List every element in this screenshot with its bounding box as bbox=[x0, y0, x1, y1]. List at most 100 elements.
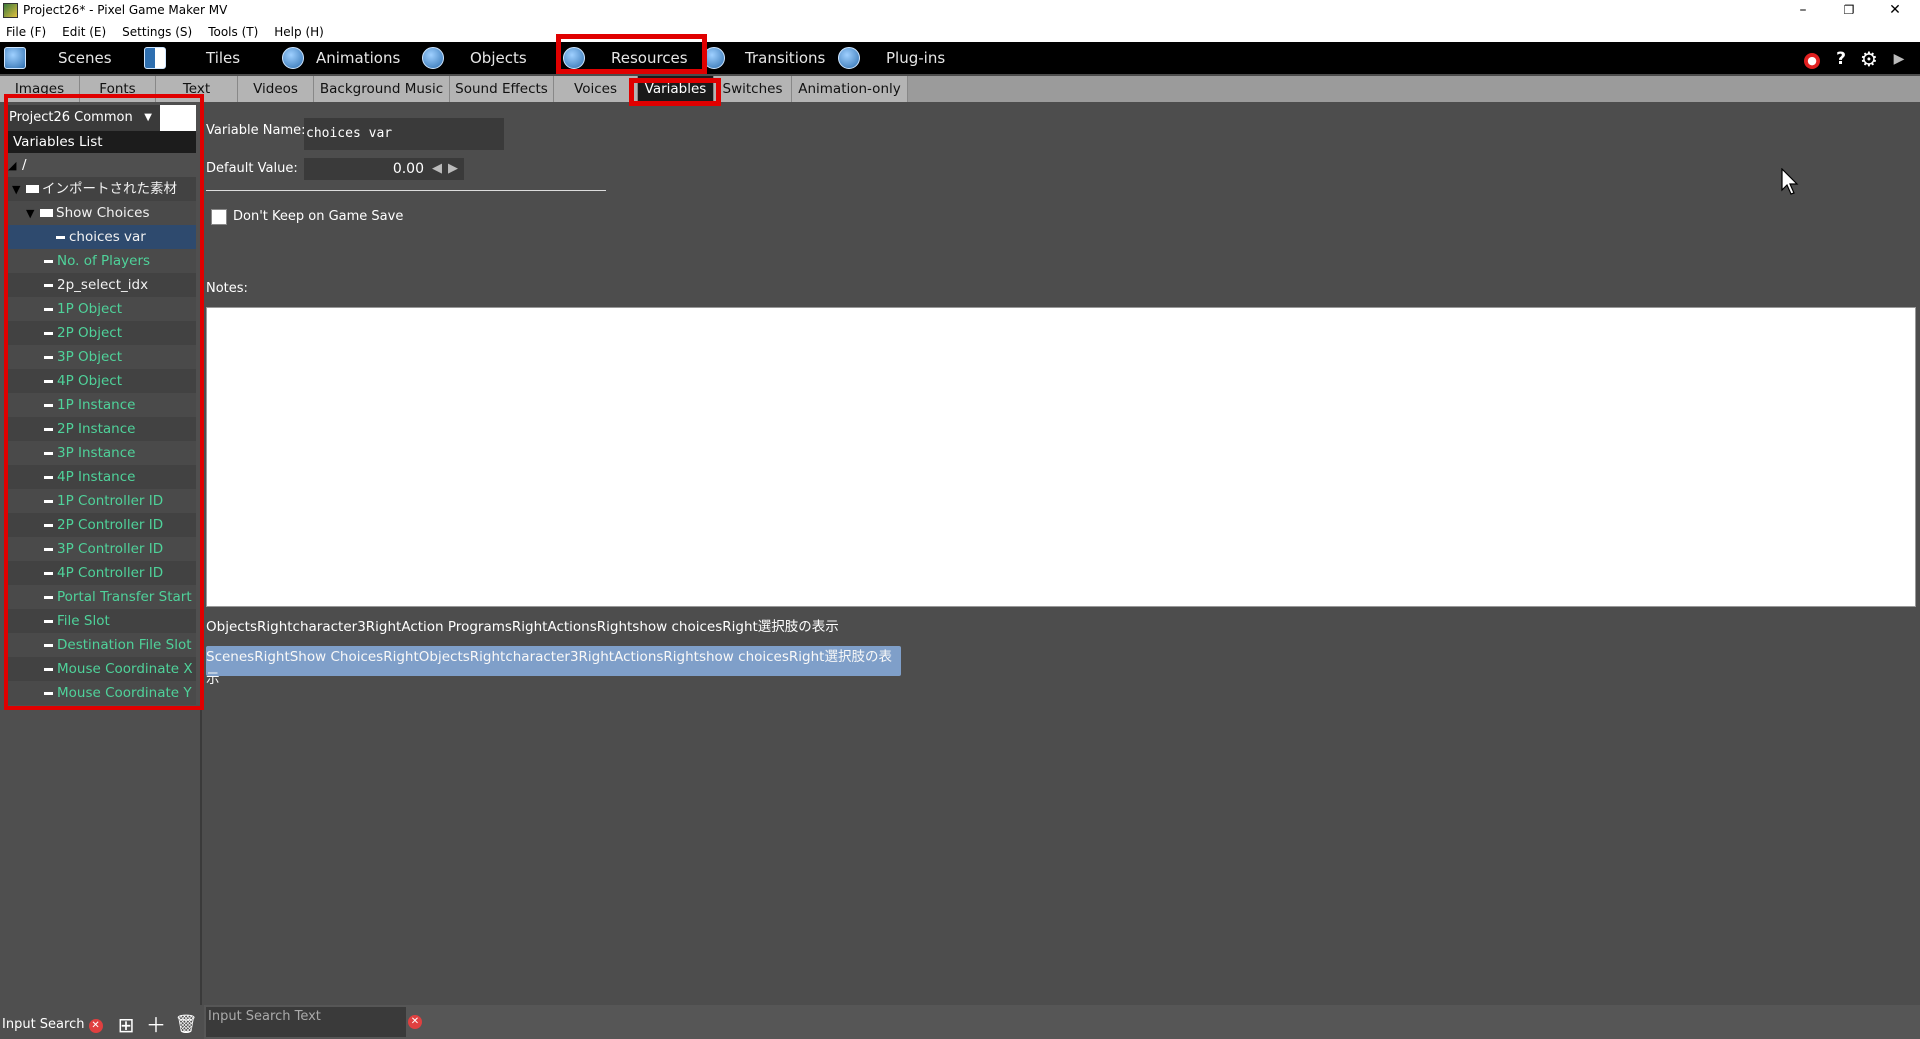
tree-folder[interactable]: ▼ インポートされた素材 bbox=[8, 177, 196, 201]
menu-settings[interactable]: Settings (S) bbox=[122, 25, 192, 39]
subtab-images[interactable]: Images bbox=[0, 76, 80, 102]
tree-item[interactable]: 1P Controller ID bbox=[8, 489, 196, 513]
tree-item[interactable]: Destination File Slot bbox=[8, 633, 196, 657]
tree-item[interactable]: Mouse Coordinate X bbox=[8, 657, 196, 681]
tree-item[interactable]: 2p_select_idx bbox=[8, 273, 196, 297]
subtab-videos[interactable]: Videos bbox=[238, 76, 314, 102]
tree-item[interactable]: 4P Instance bbox=[8, 465, 196, 489]
expand-arrow-icon[interactable]: ▼ bbox=[12, 178, 26, 201]
clear-search-text-icon[interactable]: ✕ bbox=[408, 1015, 422, 1029]
variable-icon bbox=[44, 283, 53, 287]
menu-edit[interactable]: Edit (E) bbox=[62, 25, 106, 39]
tab-objects-label: Objects bbox=[470, 49, 527, 67]
tree-folder[interactable]: ▼ Show Choices bbox=[8, 201, 196, 225]
tree-item-label: 3P Instance bbox=[57, 445, 136, 461]
subtab-background-music[interactable]: Background Music bbox=[314, 76, 450, 102]
reference-path-selected[interactable]: ScenesRightShow ChoicesRightObjectsRight… bbox=[206, 646, 901, 687]
tree-item[interactable]: 4P Controller ID bbox=[8, 561, 196, 585]
add-folder-icon[interactable]: ⊞ bbox=[114, 1014, 138, 1038]
title-bar: Project26* - Pixel Game Maker MV – ❐ ✕ bbox=[0, 0, 1920, 22]
window-title: Project26* - Pixel Game Maker MV bbox=[23, 3, 228, 17]
folder-icon bbox=[40, 209, 53, 217]
decrement-arrow-icon[interactable]: ◀ bbox=[432, 158, 442, 180]
menu-tools[interactable]: Tools (T) bbox=[208, 25, 258, 39]
play-icon[interactable]: ▶ bbox=[1890, 50, 1908, 68]
stop-icon[interactable]: ● bbox=[1804, 53, 1820, 69]
subtab-animation-only[interactable]: Animation-only bbox=[792, 76, 908, 102]
search-input[interactable]: Input Search Text bbox=[206, 1007, 406, 1037]
left-search-label: Input Search bbox=[2, 1017, 85, 1032]
subtab-variables[interactable]: Variables bbox=[638, 76, 714, 102]
subtab-voices[interactable]: Voices bbox=[554, 76, 638, 102]
tree-item[interactable]: 4P Object bbox=[8, 369, 196, 393]
tab-transitions[interactable]: Transitions bbox=[703, 42, 833, 74]
variable-icon bbox=[44, 451, 53, 455]
notes-label: Notes: bbox=[206, 281, 248, 296]
project-selector-field[interactable] bbox=[160, 105, 196, 131]
tab-objects[interactable]: Objects bbox=[422, 42, 556, 74]
delete-icon[interactable]: 🗑 bbox=[174, 1014, 198, 1038]
tree-item-label: 3P Object bbox=[57, 349, 122, 365]
app-icon bbox=[3, 3, 18, 18]
add-variable-icon[interactable]: ＋ bbox=[144, 1014, 168, 1038]
tree-root-label: / bbox=[22, 157, 27, 173]
dont-keep-label: Don't Keep on Game Save bbox=[233, 209, 404, 224]
objects-icon bbox=[422, 47, 444, 69]
increment-arrow-icon[interactable]: ▶ bbox=[448, 158, 458, 180]
tab-resources[interactable]: Resources bbox=[563, 42, 701, 74]
tab-plugins-label: Plug-ins bbox=[886, 49, 946, 67]
left-search[interactable]: Input Search ✕ bbox=[2, 1017, 103, 1033]
variable-icon bbox=[44, 307, 53, 311]
mouse-cursor-icon bbox=[1781, 168, 1799, 195]
tab-animations[interactable]: Animations bbox=[282, 42, 420, 74]
tab-plugins[interactable]: Plug-ins bbox=[838, 42, 974, 74]
tree-item-label: 4P Instance bbox=[57, 469, 136, 485]
variable-icon bbox=[44, 499, 53, 503]
variable-icon bbox=[44, 379, 53, 383]
variable-name-input[interactable]: choices var bbox=[304, 118, 504, 150]
close-button[interactable]: ✕ bbox=[1872, 0, 1918, 22]
chevron-down-icon[interactable]: ◢ bbox=[8, 154, 22, 177]
project-name: Project26 Common bbox=[9, 110, 133, 125]
tab-tiles[interactable]: Tiles bbox=[144, 42, 280, 74]
menu-help[interactable]: Help (H) bbox=[274, 25, 324, 39]
restore-button[interactable]: ❐ bbox=[1826, 0, 1872, 22]
subtab-switches[interactable]: Switches bbox=[714, 76, 792, 102]
clear-search-icon[interactable]: ✕ bbox=[88, 1019, 103, 1033]
animations-icon bbox=[282, 47, 304, 69]
folder-icon bbox=[26, 185, 39, 193]
minimize-button[interactable]: – bbox=[1780, 0, 1826, 22]
subtab-fonts[interactable]: Fonts bbox=[80, 76, 156, 102]
tree-item-label: choices var bbox=[69, 229, 146, 245]
variable-icon bbox=[44, 571, 53, 575]
tree-item[interactable]: 1P Object bbox=[8, 297, 196, 321]
tree-item-label: 1P Controller ID bbox=[57, 493, 164, 509]
tree-item[interactable]: 3P Controller ID bbox=[8, 537, 196, 561]
tree-root[interactable]: ◢ / bbox=[8, 153, 196, 177]
tree-item[interactable]: choices var bbox=[8, 225, 196, 249]
tree-item[interactable]: Mouse Coordinate Y bbox=[8, 681, 196, 705]
tree-item[interactable]: 2P Controller ID bbox=[8, 513, 196, 537]
expand-arrow-icon[interactable]: ▼ bbox=[26, 202, 40, 225]
tree-item[interactable]: 1P Instance bbox=[8, 393, 196, 417]
tree-item[interactable]: 3P Instance bbox=[8, 441, 196, 465]
tree-item[interactable]: No. of Players bbox=[8, 249, 196, 273]
reference-path[interactable]: ObjectsRightcharacter3RightAction Progra… bbox=[206, 615, 839, 635]
dont-keep-checkbox[interactable] bbox=[211, 209, 227, 225]
menu-file[interactable]: File (F) bbox=[6, 25, 46, 39]
tab-scenes[interactable]: Scenes bbox=[4, 42, 144, 74]
tree-item[interactable]: Portal Transfer Start bbox=[8, 585, 196, 609]
gear-icon[interactable]: ⚙ bbox=[1860, 49, 1878, 69]
subtab-sound-effects[interactable]: Sound Effects bbox=[450, 76, 554, 102]
tree-item[interactable]: 3P Object bbox=[8, 345, 196, 369]
notes-textarea[interactable] bbox=[206, 307, 1916, 607]
tree-item-label: 3P Controller ID bbox=[57, 541, 164, 557]
help-icon[interactable]: ? bbox=[1832, 50, 1850, 68]
tree-item[interactable]: File Slot bbox=[8, 609, 196, 633]
tree-item[interactable]: 2P Instance bbox=[8, 417, 196, 441]
tree-item[interactable]: 2P Object bbox=[8, 321, 196, 345]
subtab-text[interactable]: Text bbox=[156, 76, 238, 102]
tree-item-label: 4P Controller ID bbox=[57, 565, 164, 581]
default-value-input[interactable]: 0.00 ◀ ▶ bbox=[304, 158, 464, 180]
project-selector[interactable]: Project26 Common ▼ bbox=[8, 105, 160, 131]
